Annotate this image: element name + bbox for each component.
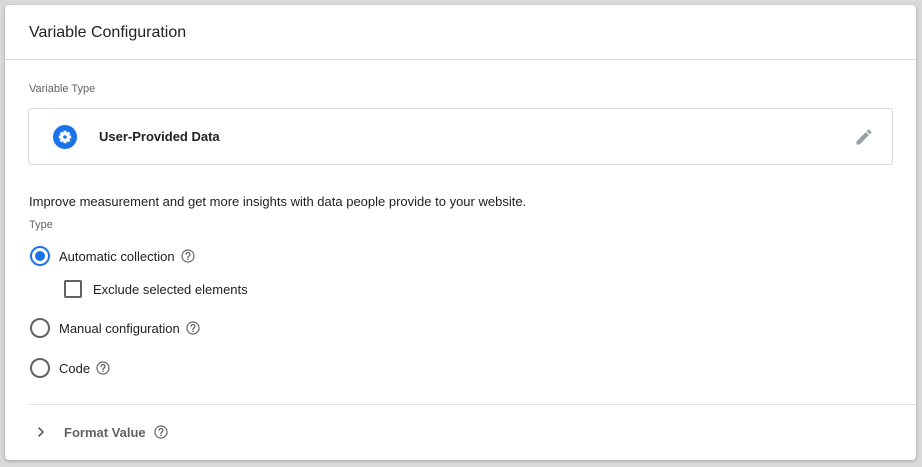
card-title: Variable Configuration — [29, 23, 187, 41]
help-icon[interactable] — [181, 249, 195, 263]
format-value-label: Format Value — [64, 424, 146, 440]
option-label: Automatic collection — [59, 248, 175, 264]
variable-type-selector[interactable]: User-Provided Data — [28, 108, 893, 165]
radio-button[interactable] — [30, 318, 50, 338]
help-icon[interactable] — [96, 361, 110, 375]
description-text: Improve measurement and get more insight… — [29, 194, 527, 209]
divider — [29, 404, 916, 405]
checkbox[interactable] — [64, 280, 82, 298]
format-value-toggle[interactable]: Format Value — [33, 418, 168, 446]
option-label: Exclude selected elements — [93, 281, 248, 297]
chevron-right-icon — [33, 424, 49, 440]
radio-code[interactable]: Code — [30, 358, 110, 378]
card-header: Variable Configuration — [5, 5, 916, 60]
option-label: Code — [59, 360, 91, 376]
variable-configuration-card: Variable Configuration Variable Type Use… — [5, 5, 916, 460]
variable-type-label: Variable Type — [29, 83, 96, 95]
radio-manual-configuration[interactable]: Manual configuration — [30, 318, 200, 338]
pencil-icon[interactable] — [853, 126, 875, 148]
type-label: Type — [29, 219, 53, 231]
radio-button[interactable] — [30, 358, 50, 378]
radio-automatic-collection[interactable]: Automatic collection — [30, 246, 195, 266]
checkbox-exclude-selected-elements[interactable]: Exclude selected elements — [64, 280, 248, 298]
help-icon[interactable] — [186, 321, 200, 335]
help-icon[interactable] — [154, 425, 168, 439]
variable-type-name: User-Provided Data — [99, 129, 220, 144]
radio-button[interactable] — [30, 246, 50, 266]
gear-icon — [52, 124, 78, 150]
option-label: Manual configuration — [59, 320, 180, 336]
